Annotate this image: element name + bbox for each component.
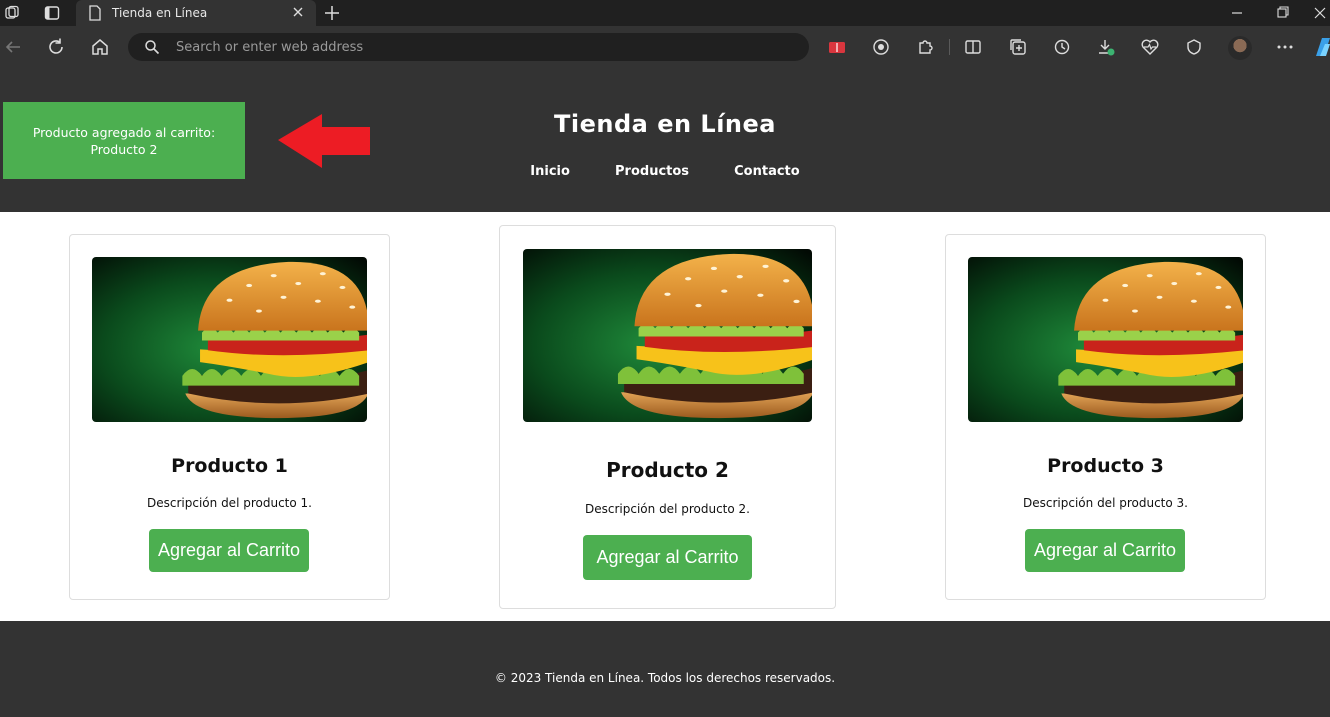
page-icon — [89, 5, 101, 21]
site-footer: © 2023 Tienda en Línea. Todos los derech… — [0, 621, 1330, 717]
collections-icon[interactable] — [1008, 37, 1028, 57]
browser-essentials-icon[interactable] — [1184, 37, 1204, 57]
product-title: Producto 1 — [171, 455, 288, 477]
product-title: Producto 3 — [1047, 455, 1164, 477]
nav-link-inicio[interactable]: Inicio — [530, 164, 570, 179]
nav-link-productos[interactable]: Productos — [615, 164, 689, 179]
split-screen-icon[interactable] — [963, 37, 983, 57]
workspaces-icon[interactable] — [3, 4, 21, 22]
footer-copyright: © 2023 Tienda en Línea. Todos los derech… — [494, 671, 836, 685]
refresh-icon[interactable] — [45, 36, 67, 58]
cart-notification: Producto agregado al carrito: Producto 2 — [3, 102, 245, 179]
downloads-icon[interactable] — [1096, 37, 1116, 57]
history-icon[interactable] — [1052, 37, 1072, 57]
tab-title: Tienda en Línea — [112, 6, 208, 20]
minimize-icon[interactable] — [1225, 4, 1249, 22]
browser-toolbar: Search or enter web address — [0, 26, 1330, 68]
toolbar-separator — [949, 39, 950, 55]
home-icon[interactable] — [89, 36, 111, 58]
performance-icon[interactable] — [1140, 37, 1160, 57]
product-image — [92, 257, 367, 422]
address-bar[interactable]: Search or enter web address — [128, 33, 809, 61]
cart-notification-product: Producto 2 — [90, 141, 158, 157]
nav-link-contacto[interactable]: Contacto — [734, 164, 800, 179]
add-to-cart-button[interactable]: Agregar al Carrito — [1025, 529, 1185, 572]
product-image — [968, 257, 1243, 422]
product-description: Descripción del producto 3. — [1023, 496, 1188, 510]
back-icon[interactable] — [2, 36, 24, 58]
reader-extension-icon[interactable] — [827, 37, 847, 57]
address-placeholder: Search or enter web address — [176, 40, 364, 55]
cart-notification-text: Producto agregado al carrito: — [32, 124, 216, 140]
profile-avatar[interactable] — [1228, 36, 1252, 60]
new-tab-icon[interactable] — [322, 3, 342, 23]
close-window-icon[interactable] — [1308, 4, 1330, 22]
product-description: Descripción del producto 2. — [585, 502, 750, 516]
tab-actions-icon[interactable] — [43, 4, 61, 22]
shield-extension-icon[interactable] — [871, 37, 891, 57]
add-to-cart-button[interactable]: Agregar al Carrito — [149, 529, 309, 572]
product-card-3: Producto 3 Descripción del producto 3. A… — [945, 234, 1266, 600]
add-to-cart-button[interactable]: Agregar al Carrito — [583, 535, 752, 580]
browser-tab-active[interactable]: Tienda en Línea — [76, 0, 316, 26]
search-icon — [145, 40, 160, 55]
product-image — [523, 249, 812, 422]
restore-icon[interactable] — [1270, 4, 1294, 22]
extensions-icon[interactable] — [915, 37, 935, 57]
product-card-1: Producto 1 Descripción del producto 1. A… — [69, 234, 390, 600]
close-tab-icon[interactable] — [290, 4, 306, 20]
product-title: Producto 2 — [606, 458, 729, 482]
more-options-icon[interactable] — [1275, 37, 1295, 57]
browser-tab-bar: Tienda en Línea — [0, 0, 1330, 26]
red-arrow-annotation — [278, 114, 370, 168]
copilot-icon[interactable] — [1312, 36, 1330, 58]
product-description: Descripción del producto 1. — [147, 496, 312, 510]
product-card-2: Producto 2 Descripción del producto 2. A… — [499, 225, 836, 609]
